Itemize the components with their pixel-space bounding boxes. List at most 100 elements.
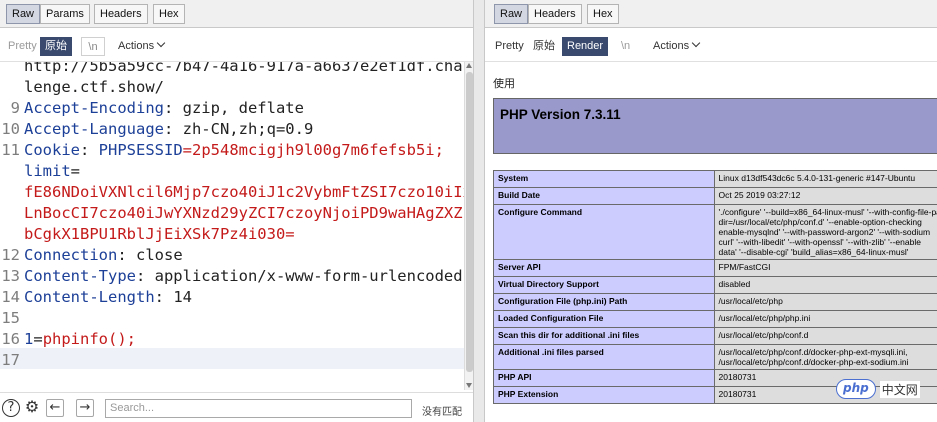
- phpinfo-key: PHP Extension: [493, 386, 715, 404]
- tab-raw[interactable]: Raw: [6, 4, 41, 24]
- next-match-button[interactable]: →: [76, 399, 94, 417]
- tab-response-headers[interactable]: Headers: [528, 4, 582, 24]
- line-text: fE86NDoiVXNlcil6Mjp7czo40iJ1c2VybmFtZSI7…: [24, 182, 472, 203]
- php-version-header: PHP Version 7.3.11: [493, 98, 937, 154]
- line-number: 16: [1, 330, 20, 348]
- code-token: : zh-CN,zh;q=0.9: [163, 120, 314, 138]
- phpinfo-row: Virtual Directory Support disabled: [493, 276, 937, 294]
- line-text: Content-Length: 14: [24, 287, 192, 308]
- gear-icon[interactable]: ⚙: [23, 399, 41, 417]
- tab-params[interactable]: Params: [40, 4, 90, 24]
- chevron-down-icon: [691, 38, 701, 48]
- editor-scrollbar[interactable]: [464, 62, 473, 390]
- phpinfo-key: Additional .ini files parsed: [493, 344, 715, 370]
- line-text: limit=: [24, 161, 80, 182]
- scrollbar-thumb[interactable]: [466, 72, 473, 372]
- line-text: Accept-Encoding: gzip, deflate: [24, 98, 304, 119]
- response-tabbar: Raw Headers Hex: [485, 0, 937, 28]
- code-token: http://5b5a59cc-7b47-4a16-917a-a6637e2ef…: [24, 62, 472, 75]
- response-newline-toggle[interactable]: \n: [617, 37, 634, 56]
- newline-toggle-button[interactable]: \n: [81, 37, 105, 56]
- phpinfo-key: Server API: [493, 259, 715, 277]
- phpinfo-key: Configuration File (php.ini) Path: [493, 293, 715, 311]
- php-version-title: PHP Version 7.3.11: [500, 107, 621, 122]
- phpinfo-table: System Linux d13df543dc6c 5.4.0-131-gener…: [493, 170, 937, 404]
- phpinfo-value: Linux d13df543dc6c 5.4.0-131-generic #14…: [713, 170, 937, 188]
- tab-hex[interactable]: Hex: [153, 4, 185, 24]
- search-input[interactable]: Search...: [105, 399, 412, 418]
- line-text: Accept-Language: zh-CN,zh;q=0.9: [24, 119, 313, 140]
- response-raw-button[interactable]: 原始: [529, 37, 559, 56]
- code-token: phpinfo();: [42, 330, 137, 348]
- search-bar: ? ⚙ ← → Search... 没有匹配: [0, 392, 473, 422]
- phpinfo-key: Configure Command: [493, 204, 715, 260]
- code-token: LnBocCI7czo40iJwYXNzd29yZCI7czoyNjoiPD9w…: [24, 204, 472, 222]
- help-icon[interactable]: ?: [2, 399, 20, 417]
- response-pane: Raw Headers Hex Pretty 原始 Render \n Acti…: [484, 0, 937, 422]
- response-toolbar: Pretty 原始 Render \n Actions: [485, 30, 937, 62]
- actions-label: Actions: [118, 40, 155, 52]
- phpinfo-row: Server API FPM/FastCGI: [493, 259, 937, 277]
- code-token: 1: [24, 330, 34, 348]
- code-token: fE86NDoiVXNlcil6Mjp7czo40iJ1c2VybmFtZSI7…: [24, 183, 472, 201]
- line-number: 10: [1, 120, 20, 138]
- request-pane: Raw Params Headers Hex Pretty 原始 \n Acti…: [0, 0, 474, 422]
- phpinfo-row: Configure Command './configure' '--build=…: [493, 204, 937, 260]
- rendered-response: 使用 PHP Version 7.3.11 System Linux d13df5…: [485, 62, 937, 422]
- response-actions-label: Actions: [653, 40, 690, 52]
- tab-response-raw[interactable]: Raw: [494, 4, 529, 24]
- line-text: bCgkX1BPU1RblJjEiXSk7Pz4i030=: [24, 224, 295, 245]
- phpinfo-key: System: [493, 170, 715, 188]
- code-token: Cookie: [24, 141, 80, 159]
- phpinfo-value: disabled: [713, 276, 937, 294]
- code-token: =: [70, 162, 81, 180]
- phpinfo-row: Loaded Configuration File/usr/local/etc/…: [493, 310, 937, 328]
- phpinfo-row: Build Date Oct 25 2019 03:27:12: [493, 187, 937, 205]
- code-token: Connection: [24, 246, 118, 264]
- scroll-down-arrow-icon[interactable]: [466, 383, 472, 388]
- line-number: 17: [1, 351, 20, 369]
- previous-match-button[interactable]: ←: [46, 399, 64, 417]
- pane-splitter[interactable]: [474, 0, 484, 422]
- code-token: bCgkX1BPU1RblJjEiXSk7Pz4i030=: [24, 225, 295, 243]
- code-token: Content-Type: [24, 267, 136, 285]
- line-text: Connection: close: [24, 245, 183, 266]
- phpinfo-row: Scan this dir for additional .ini files /…: [493, 327, 937, 345]
- render-button[interactable]: Render: [562, 37, 609, 56]
- line-number: 11: [1, 141, 20, 159]
- code-token: Accept-Encoding: [24, 99, 164, 117]
- code-token: lenge.ctf.show/: [24, 78, 164, 96]
- actions-menu-button[interactable]: Actions: [114, 37, 168, 56]
- line-text: Content-Type: application/x-www-form-url…: [24, 266, 463, 287]
- pretty-button[interactable]: Pretty: [4, 37, 41, 56]
- raw-view-button[interactable]: 原始: [40, 37, 72, 56]
- phpinfo-value: Oct 25 2019 03:27:12: [713, 187, 937, 205]
- code-token: : application/x-www-form-urlencoded: [135, 267, 463, 285]
- phpinfo-row: Configuration File (php.ini) Path/usr/lo…: [493, 293, 937, 311]
- phpinfo-value: './configure' '--build=x86_64-linux-musl…: [713, 204, 937, 260]
- line-number: 14: [1, 288, 20, 306]
- code-token: Content-Length: [24, 288, 155, 306]
- phpinfo-row: Additional .ini files parsed/usr/local/e…: [493, 344, 937, 370]
- request-toolbar: Pretty 原始 \n Actions: [0, 30, 473, 62]
- scroll-up-arrow-icon[interactable]: [466, 63, 472, 68]
- line-text: http://5b5a59cc-7b47-4a16-917a-a6637e2ef…: [24, 62, 472, 77]
- phpinfo-key: Loaded Configuration File: [493, 310, 715, 328]
- code-token: limit: [24, 162, 71, 180]
- line-number: 13: [1, 267, 20, 285]
- code-token: PHPSESSID: [98, 141, 183, 159]
- code-token: =: [33, 330, 43, 348]
- response-pretty-button[interactable]: Pretty: [491, 37, 528, 56]
- code-token: : gzip, deflate: [163, 99, 304, 117]
- code-token: : 14: [154, 288, 192, 306]
- phpinfo-value: /usr/local/etc/php/conf.d/docker-php-ext…: [713, 344, 937, 370]
- request-editor[interactable]: http://5b5a59cc-7b47-4a16-917a-a6637e2ef…: [0, 62, 473, 391]
- phpinfo-value: /usr/local/etc/php/php.ini: [713, 310, 937, 328]
- watermark-text: 中文网: [879, 380, 920, 398]
- response-actions-menu-button[interactable]: Actions: [649, 37, 703, 56]
- tab-response-hex[interactable]: Hex: [587, 4, 619, 24]
- line-text: lenge.ctf.show/: [24, 77, 164, 98]
- phpinfo-key: Scan this dir for additional .ini files: [493, 327, 715, 345]
- line-number: 15: [1, 309, 20, 327]
- tab-headers[interactable]: Headers: [94, 4, 148, 24]
